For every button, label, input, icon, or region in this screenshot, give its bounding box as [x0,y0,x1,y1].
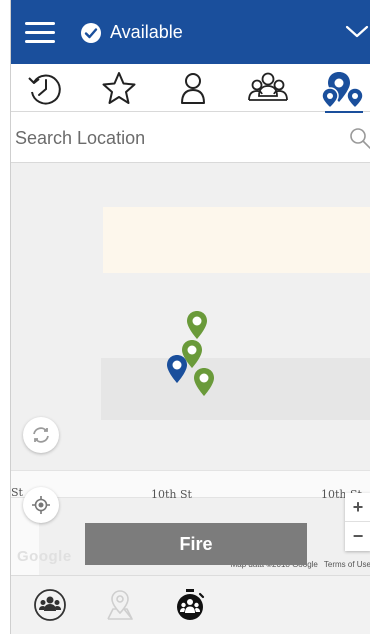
stopwatch-group-icon [177,589,205,620]
google-logo: Google [17,548,72,565]
location-pins-icon [321,72,364,109]
zoom-controls: + − [345,493,370,551]
bottom-nav-map[interactable] [103,588,137,622]
bottom-nav [11,575,370,634]
terms-link[interactable]: Terms of Use [324,560,370,569]
map-pin-green[interactable] [193,367,215,397]
map-view[interactable]: St 10th St 10th St + − Google Terms of U… [11,163,370,575]
street-label: 10th St [151,488,192,501]
map-block [101,358,370,420]
street-label: St [11,486,23,499]
tab-contacts[interactable] [173,68,213,108]
tab-favorites[interactable] [99,68,139,108]
bottom-nav-timer[interactable] [173,588,207,622]
my-location-button[interactable] [23,487,59,523]
fire-button[interactable]: Fire [85,523,307,565]
zoom-out-button[interactable]: − [345,522,370,551]
zoom-in-button[interactable]: + [345,493,370,522]
search-bar [11,113,370,163]
tab-bar [11,64,370,114]
history-icon [28,74,61,105]
top-bar: Available [11,0,370,64]
map-pin-blue[interactable] [166,354,188,384]
group-icon [248,72,288,101]
refresh-button[interactable] [23,417,59,453]
hamburger-icon[interactable] [25,22,55,44]
crosshair-icon [32,496,50,514]
bottom-nav-groups[interactable] [33,588,67,622]
search-icon[interactable] [349,127,370,149]
map-pin-green[interactable] [186,310,208,340]
refresh-icon [33,427,49,443]
check-circle-icon [81,23,101,43]
app-frame: Available Search Location St 10th St 10t… [10,0,370,634]
tab-history[interactable] [25,68,65,108]
status-label[interactable]: Available [110,22,183,43]
star-icon [102,72,136,104]
tab-groups[interactable] [247,68,288,108]
map-pin-icon [107,590,133,620]
search-input[interactable] [15,123,335,153]
group-circle-icon [34,589,66,621]
chevron-down-icon[interactable] [343,24,370,40]
map-block [103,207,370,273]
person-icon [181,73,205,104]
tab-locations[interactable] [321,68,364,114]
